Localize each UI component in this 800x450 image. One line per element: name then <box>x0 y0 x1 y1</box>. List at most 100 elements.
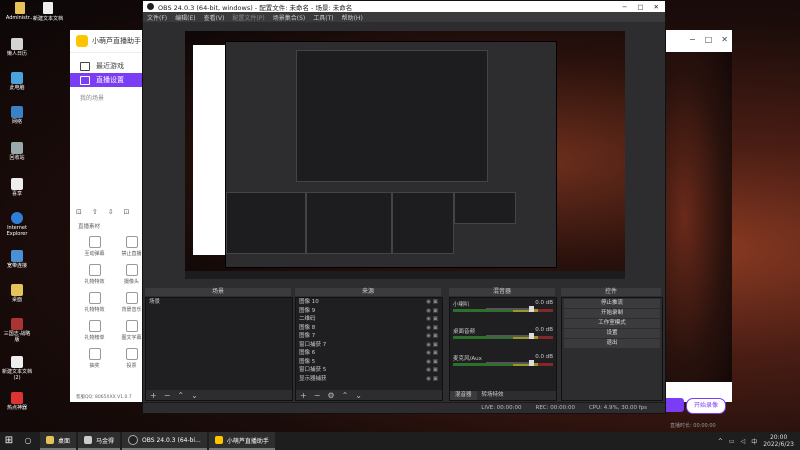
tray-chevron-icon[interactable]: ^ <box>718 438 723 445</box>
eye-icon: ◉ ▣ <box>426 358 438 365</box>
menu-file[interactable]: 文件(F) <box>147 13 167 22</box>
obs-window: OBS 24.0.3 (64-bit, windows) - 配置文件: 未命名… <box>142 0 666 414</box>
menu-profile[interactable]: 配置文件(P) <box>232 13 264 22</box>
stop-streaming-button[interactable]: 停止推流 <box>564 299 660 308</box>
minimize-icon[interactable]: − <box>689 35 696 44</box>
remove-icon[interactable]: − <box>164 391 171 400</box>
search-icon[interactable]: ○ <box>18 432 38 450</box>
desktop-icon-hotspot[interactable]: 热点神器 <box>2 392 32 411</box>
volume-slider[interactable] <box>486 360 534 366</box>
live-duration: 直播时长: 00:00:00 <box>670 423 716 429</box>
scene-tool-button[interactable]: ⊡ <box>124 208 130 216</box>
desktop-icon-share[interactable]: 喜享 <box>2 178 32 197</box>
source-item[interactable]: 二维码 ◉ ▣ <box>296 315 442 324</box>
start-recording-button[interactable]: 开始录制 <box>564 309 660 318</box>
system-tray: ^ ▭ ◁ 中 20:00 2022/6/23 <box>718 434 800 448</box>
source-item[interactable]: 图像 9 ◉ ▣ <box>296 307 442 316</box>
gear-icon[interactable]: ⚙ <box>327 391 334 400</box>
gadget-item[interactable]: 抽奖 <box>76 348 113 369</box>
menu-scene-collection[interactable]: 场景集合(S) <box>273 13 306 22</box>
source-item[interactable]: 图像 10 ◉ ▣ <box>296 298 442 307</box>
stream-preview <box>664 52 732 382</box>
source-item[interactable]: 显示器捕获 ◉ ▣ <box>296 375 442 384</box>
nav-item-live-settings[interactable]: 直播设置 <box>70 73 150 87</box>
settings-button[interactable]: 设置 <box>564 329 660 338</box>
volume-slider[interactable] <box>486 333 534 339</box>
source-item[interactable]: 窗口捕获 5 ◉ ▣ <box>296 366 442 375</box>
gadget-item[interactable]: 礼物榜单 <box>76 320 113 341</box>
down-icon[interactable]: ⌄ <box>355 391 362 400</box>
menu-tools[interactable]: 工具(T) <box>313 13 333 22</box>
mixer-track: 桌面音频 0.0 dB <box>450 327 556 340</box>
tab-transitions[interactable]: 转场特效 <box>477 391 509 400</box>
desktop-icon-network[interactable]: 网络 <box>2 106 32 125</box>
scene-item[interactable]: 场景 <box>146 298 292 307</box>
add-icon[interactable]: + <box>300 391 307 400</box>
scenes-dock-toolbar: + − ⌃ ⌄ <box>146 390 292 400</box>
volume-icon[interactable]: ◁ <box>741 438 746 445</box>
mixer-dock: 小喇叭 0.0 dB 桌面音频 0.0 dB 麦克风/Aux 0.0 dB 混音器 转… <box>449 297 557 401</box>
app-logo-icon <box>76 35 88 47</box>
monitor-icon <box>80 75 90 85</box>
windows-start-icon[interactable]: ⊞ <box>0 432 18 450</box>
taskbar-app-desktop[interactable]: 桌面 <box>40 432 77 450</box>
minimize-icon[interactable]: − <box>622 3 627 11</box>
source-item[interactable]: 图像 5 ◉ ▣ <box>296 358 442 367</box>
preview-nested-sources <box>306 192 392 254</box>
scenes-dock: 场景 + − ⌃ ⌄ <box>145 297 293 401</box>
cpu-status: CPU: 4.9%, 30.00 fps <box>588 405 647 411</box>
desktop-icon-text-doc[interactable]: 新建文本文档 <box>28 2 68 22</box>
desktop-icon-computer[interactable]: 此电脑 <box>2 72 32 91</box>
ime-icon[interactable]: 中 <box>751 437 757 446</box>
close-icon[interactable]: ✕ <box>654 3 659 11</box>
scene-toolbar: ⊡ ⇧ ⇩ ⊡ <box>76 208 150 216</box>
studio-mode-button[interactable]: 工作室模式 <box>564 319 660 328</box>
obs-preview[interactable] <box>185 31 625 279</box>
start-record-button[interactable]: 开始录像 <box>686 398 726 414</box>
source-item[interactable]: 图像 7 ◉ ▣ <box>296 332 442 341</box>
obs-menu-bar: 文件(F) 编辑(E) 查看(V) 配置文件(P) 场景集合(S) 工具(T) … <box>143 12 665 22</box>
tab-mixer[interactable]: 混音器 <box>450 391 477 400</box>
scene-tool-button[interactable]: ⊡ <box>76 208 82 216</box>
move-up-button[interactable]: ⇧ <box>92 208 98 216</box>
eye-icon: ◉ ▣ <box>426 324 438 331</box>
taskbar-app-assistant[interactable]: 小萌芦直播助手 <box>208 432 275 450</box>
gadget-item[interactable]: 礼物特效 <box>76 292 113 313</box>
taskbar-clock[interactable]: 20:00 2022/6/23 <box>763 434 794 448</box>
taskbar-app-obs[interactable]: OBS 24.0.3 (64-bi... <box>122 432 207 450</box>
desktop-icon-game[interactable]: 三国志·战略版 <box>2 318 32 343</box>
volume-slider[interactable] <box>486 306 534 312</box>
remove-icon[interactable]: − <box>314 391 321 400</box>
gadget-item[interactable]: 互动弹幕 <box>76 236 113 257</box>
source-item[interactable]: 图像 6 ◉ ▣ <box>296 349 442 358</box>
menu-view[interactable]: 查看(V) <box>204 13 225 22</box>
taskbar-app-chat[interactable]: 马金得 <box>78 432 121 450</box>
menu-help[interactable]: 帮助(H) <box>342 13 363 22</box>
desktop-icon-calendar[interactable]: 懒人日历 <box>2 38 32 57</box>
desktop-icon-desktop[interactable]: 桌面 <box>2 284 32 303</box>
up-icon[interactable]: ⌃ <box>342 391 349 400</box>
close-icon[interactable]: ✕ <box>721 35 728 44</box>
desktop-icon-text-doc-2[interactable]: 新建文本文档(2) <box>2 356 32 381</box>
move-down-button[interactable]: ⇩ <box>108 208 114 216</box>
add-icon[interactable]: + <box>150 391 157 400</box>
nav-item-recent-games[interactable]: 最近游戏 <box>70 59 150 73</box>
down-icon[interactable]: ⌄ <box>191 391 198 400</box>
live-status: LIVE: 00:00:00 <box>481 405 522 411</box>
menu-edit[interactable]: 编辑(E) <box>175 13 195 22</box>
maximize-icon[interactable]: □ <box>637 3 643 11</box>
up-icon[interactable]: ⌃ <box>177 391 184 400</box>
source-item[interactable]: 窗口捕获 7 ◉ ▣ <box>296 341 442 350</box>
preview-nested-mixer <box>392 192 454 254</box>
eye-icon: ◉ ▣ <box>426 333 438 339</box>
exit-button[interactable]: 退出 <box>564 339 660 348</box>
gadget-item[interactable]: 礼物特效 <box>76 264 113 285</box>
desktop-icon-ie[interactable]: Internet Explorer <box>2 212 32 237</box>
network-icon[interactable]: ▭ <box>729 438 735 445</box>
source-item[interactable]: 图像 8 ◉ ▣ <box>296 324 442 333</box>
desktop-icon-broadband[interactable]: 宽带连接 <box>2 250 32 269</box>
desktop-icon-recycle-bin[interactable]: 回收站 <box>2 142 32 161</box>
maximize-icon[interactable]: □ <box>705 35 713 44</box>
gamepad-icon <box>80 61 90 71</box>
eye-icon: ◉ ▣ <box>426 367 438 373</box>
